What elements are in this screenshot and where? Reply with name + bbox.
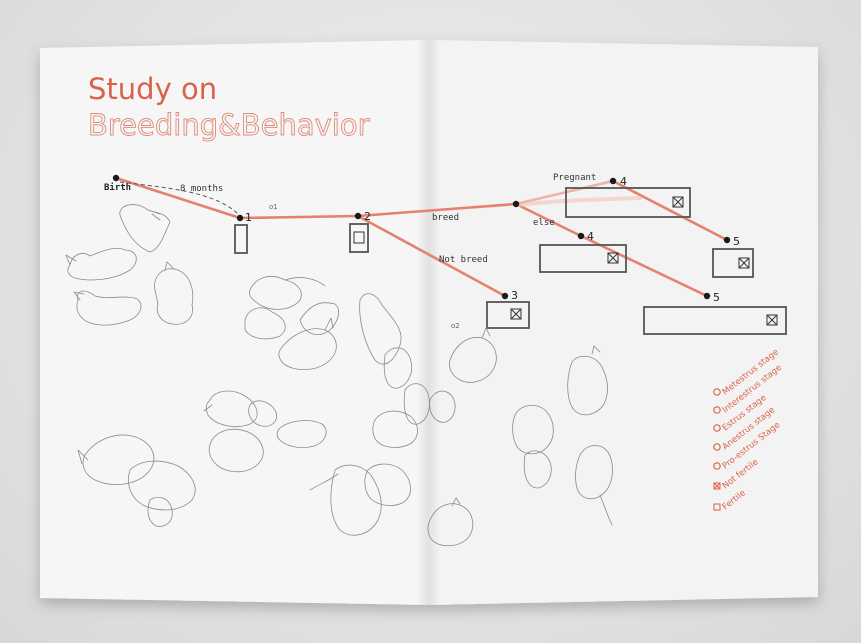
small-annotation-2: o2 <box>451 322 460 330</box>
node-5a-label: 5 <box>733 235 740 248</box>
spine-shade <box>416 40 440 605</box>
node-5b-label: 5 <box>713 291 720 304</box>
node-3-dot <box>501 292 509 300</box>
node-breed-dot <box>512 200 520 208</box>
node-3-label: 3 <box>511 289 518 302</box>
node-2-dot <box>354 212 362 220</box>
node-4b-dot <box>577 232 585 240</box>
small-annotation-1: o1 <box>269 203 278 211</box>
edge-label-not-breed: Not breed <box>439 255 488 265</box>
node-4b-label: 4 <box>587 230 594 243</box>
node-birth-dot <box>112 174 120 182</box>
birth-label: Birth <box>104 182 131 193</box>
node-2-label: 2 <box>364 210 371 223</box>
node-4a-dot <box>609 177 617 185</box>
booklet-spread: Study on Breeding&Behavior Birth 8 month… <box>40 40 818 605</box>
edge-label-breed: breed <box>432 213 459 223</box>
title-line-2: Breeding&Behavior <box>88 108 370 142</box>
title-line-1: Study on <box>88 72 217 106</box>
node-1-dot <box>236 214 244 222</box>
edge-label-else: else <box>533 218 555 228</box>
node-4a-label: 4 <box>620 175 627 188</box>
edge-label-pregnant: Pregnant <box>553 173 596 183</box>
months-label: 8 months <box>180 184 223 194</box>
node-1-label: 1 <box>245 211 252 224</box>
node-5b-dot <box>703 292 711 300</box>
node-5a-dot <box>723 236 731 244</box>
